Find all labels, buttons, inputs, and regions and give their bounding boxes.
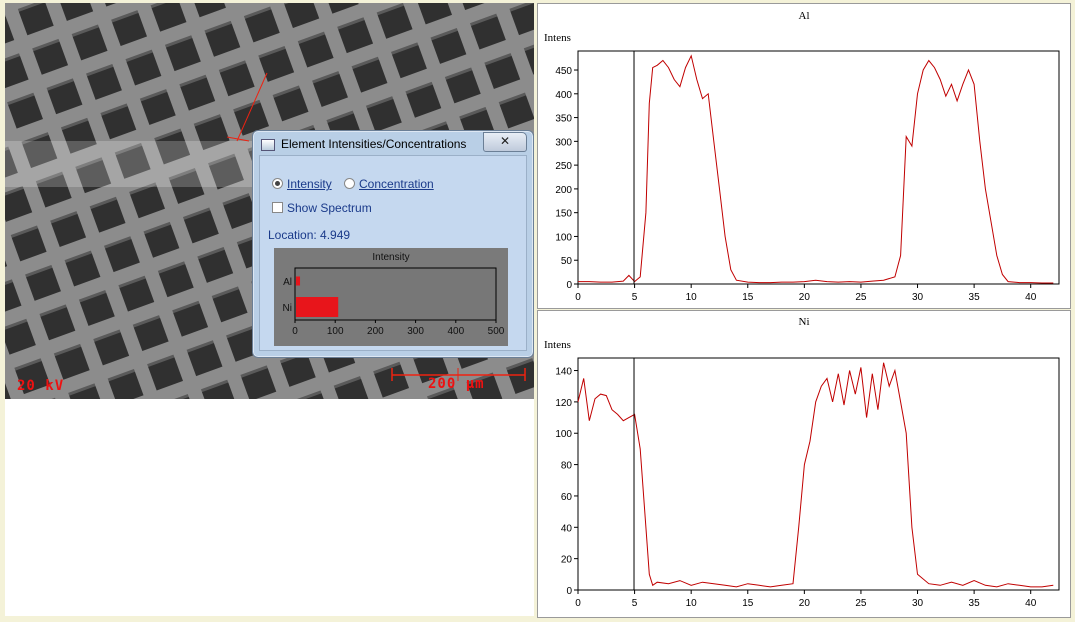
y-tick-label-al: 50: [561, 256, 573, 267]
x-tick-label-al: 40: [1025, 292, 1037, 303]
chart-panel-al: Al Intens 0 5 10 15 20 25 30 35 40 0 50 100 150 200 25…: [537, 3, 1071, 309]
x-tick-label-al: 15: [742, 292, 754, 303]
y-tick-label-ni: 80: [561, 461, 573, 472]
y-tick-label-al: 350: [555, 114, 572, 125]
y-tick-label-ni: 60: [561, 492, 573, 503]
bar-chart-title: Intensity: [372, 252, 409, 263]
chart-panel-ni: Ni Intens 0 5 10 15 20 25 30 35 40 0 20 40 60 80 100 12…: [537, 310, 1071, 618]
intensity-bar-chart-svg: Intensity Al Ni 0 100 200 300 400 500: [283, 252, 505, 337]
x-tick-label-ni: 0: [575, 598, 581, 609]
radio-concentration[interactable]: Concentration: [344, 177, 434, 191]
y-tick-label-ni: 100: [555, 429, 572, 440]
plot-area-al: [577, 50, 1060, 285]
intensity-bar-chart: Intensity Al Ni 0 100 200 300 400 500: [274, 248, 508, 346]
bar-x-tick-label: 200: [367, 326, 384, 337]
bar-category-label: Al: [283, 277, 292, 288]
y-tick-label-al: 0: [566, 280, 572, 291]
y-tick-label-ni: 120: [555, 398, 572, 409]
y-tick-label-ni: 40: [561, 523, 573, 534]
x-tick-label-al: 10: [686, 292, 698, 303]
x-tick-label-al: 0: [575, 292, 581, 303]
y-tick-label-ni: 0: [566, 586, 572, 597]
close-icon[interactable]: ✕: [483, 132, 527, 152]
y-tick-label-al: 200: [555, 185, 572, 196]
y-tick-label-al: 150: [555, 209, 572, 220]
radio-on-icon: [272, 178, 283, 189]
x-tick-label-al: 20: [799, 292, 811, 303]
empty-area: [5, 399, 534, 616]
checkbox-icon: [272, 202, 283, 213]
series-line-al: [578, 54, 1054, 284]
x-tick-label-ni: 40: [1025, 598, 1037, 609]
x-tick-label-al: 5: [632, 292, 638, 303]
x-tick-label-al: 30: [912, 292, 924, 303]
show-spectrum-label: Show Spectrum: [287, 201, 372, 215]
window-icon: [261, 139, 275, 151]
y-tick-label-ni: 20: [561, 555, 573, 566]
accelerating-voltage-label: 20 kV: [17, 378, 65, 394]
dialog-body: Intensity Concentration Show Spectrum Lo…: [259, 155, 527, 351]
radio-concentration-label: Concentration: [359, 177, 434, 191]
bar-al: [296, 276, 301, 286]
y-tick-label-ni: 140: [555, 367, 572, 378]
x-tick-label-ni: 20: [799, 598, 811, 609]
radio-intensity-label: Intensity: [287, 177, 332, 191]
show-spectrum-checkbox[interactable]: Show Spectrum: [272, 201, 372, 215]
x-tick-label-ni: 10: [686, 598, 698, 609]
bar-ni: [296, 297, 339, 317]
bar-x-tick-label: 400: [447, 326, 464, 337]
y-tick-label-al: 250: [555, 161, 572, 172]
bar-x-tick-label: 300: [407, 326, 424, 337]
dialog-title: Element Intensities/Concentrations: [281, 137, 467, 151]
bar-category-label: Ni: [283, 303, 292, 314]
location-readout: Location: 4.949: [268, 228, 351, 242]
bar-x-tick-label: 100: [327, 326, 344, 337]
y-tick-label-al: 400: [555, 90, 572, 101]
y-tick-label-al: 100: [555, 232, 572, 243]
line-chart-ni[interactable]: 0 5 10 15 20 25 30 35 40 0 20 40 60 80 100 120 140: [538, 311, 1070, 617]
bar-x-tick-label: 0: [292, 326, 298, 337]
x-tick-label-al: 25: [855, 292, 867, 303]
series-line-ni: [577, 362, 1054, 588]
x-tick-label-al: 35: [969, 292, 981, 303]
y-tick-label-al: 300: [555, 137, 572, 148]
x-tick-label-ni: 15: [742, 598, 754, 609]
x-tick-label-ni: 25: [855, 598, 867, 609]
radio-intensity[interactable]: Intensity: [272, 177, 332, 191]
bar-x-tick-label: 500: [488, 326, 505, 337]
line-chart-al[interactable]: 0 5 10 15 20 25 30 35 40050100150200250300350400…: [538, 4, 1070, 308]
element-intensities-dialog[interactable]: Element Intensities/Concentrations ✕ Int…: [252, 130, 534, 358]
x-tick-label-ni: 5: [632, 598, 638, 609]
x-tick-label-ni: 35: [969, 598, 981, 609]
radio-off-icon: [344, 178, 355, 189]
x-tick-label-ni: 30: [912, 598, 924, 609]
y-tick-label-al: 450: [555, 66, 572, 77]
scale-bar-label: 200 µm: [428, 376, 485, 392]
